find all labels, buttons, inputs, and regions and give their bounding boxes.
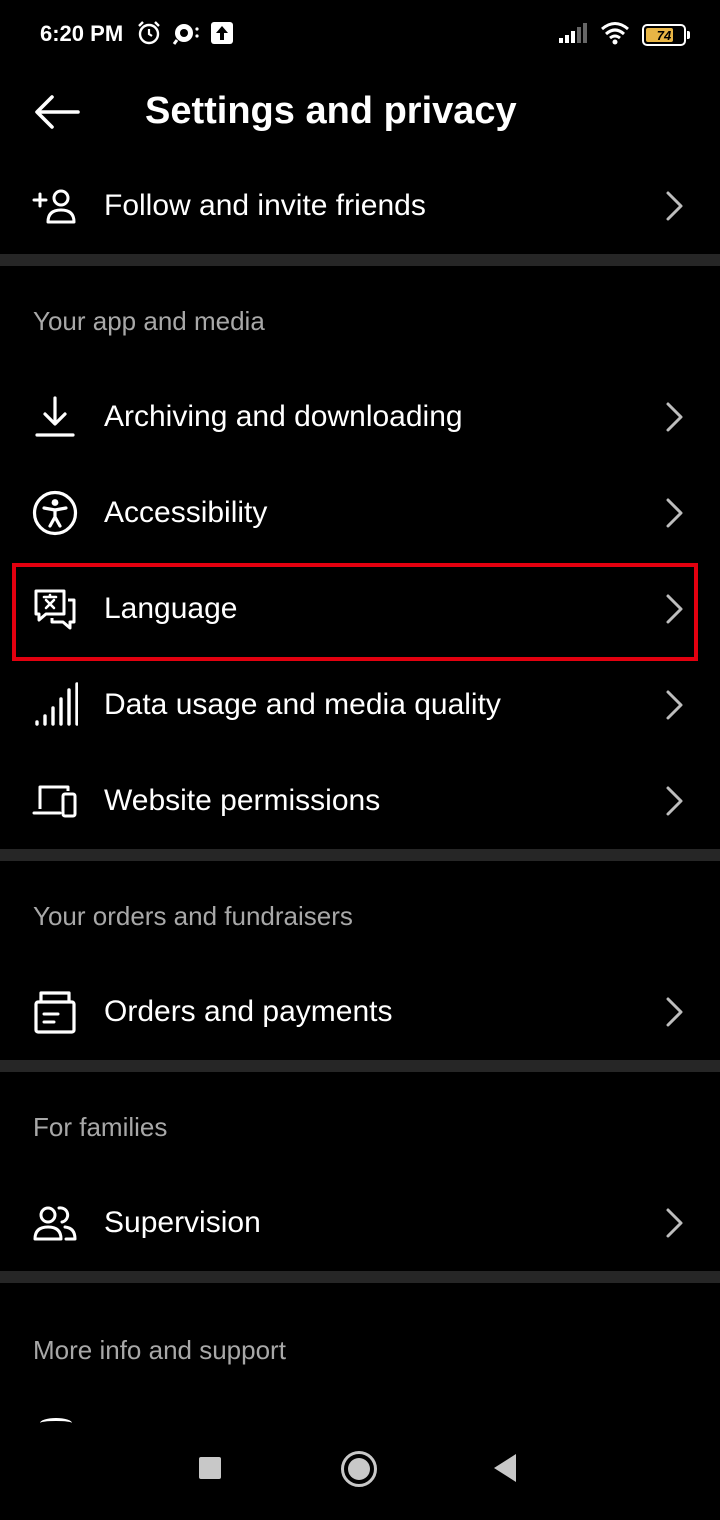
accessibility-icon — [30, 489, 80, 537]
section-divider — [0, 1271, 720, 1283]
download-icon — [30, 393, 80, 441]
orders-payments-item[interactable]: Orders and payments — [0, 964, 720, 1060]
section-your-app-and-media: Your app and media — [33, 306, 265, 336]
back-button[interactable] — [28, 86, 84, 138]
chevron-right-icon — [666, 402, 683, 432]
orders-icon — [30, 988, 80, 1036]
accessibility-label: Accessibility — [104, 496, 268, 529]
archiving-downloading-item[interactable]: Archiving and downloading — [0, 369, 720, 465]
page-title: Settings and privacy — [145, 90, 517, 132]
data-usage-label: Data usage and media quality — [104, 688, 501, 721]
status-time: 6:20 PM — [40, 21, 124, 46]
devices-icon — [30, 777, 80, 825]
chevron-right-icon — [666, 594, 683, 624]
status-bar: 6:20 PM 74 — [0, 0, 720, 70]
section-your-orders-and-fundraisers: Your orders and fundraisers — [33, 901, 353, 931]
battery-level: 74 — [656, 27, 672, 43]
supervision-item[interactable]: Supervision — [0, 1175, 720, 1271]
section-more-info-and-support: More info and support — [33, 1335, 286, 1365]
signal-icon — [558, 22, 588, 49]
follow-invite-friends-item[interactable]: Follow and invite friends — [0, 158, 720, 254]
language-item[interactable]: Language — [0, 561, 720, 657]
chevron-right-icon — [666, 498, 683, 528]
section-divider — [0, 1060, 720, 1072]
system-nav-bar — [0, 1424, 720, 1520]
language-label: Language — [104, 592, 238, 625]
arrow-left-icon — [35, 95, 80, 129]
language-icon — [30, 585, 80, 633]
header: Settings and privacy — [0, 70, 720, 152]
chevron-right-icon — [666, 690, 683, 720]
home-icon[interactable] — [341, 1451, 377, 1487]
accessibility-item[interactable]: Accessibility — [0, 465, 720, 561]
notification-icon — [172, 20, 200, 51]
alarm-icon — [136, 20, 162, 51]
upload-icon — [210, 21, 234, 50]
chevron-right-icon — [666, 997, 683, 1027]
section-for-families: For families — [33, 1112, 168, 1142]
chevron-right-icon — [666, 191, 683, 221]
status-notification-icons — [136, 20, 234, 50]
follow-invite-friends-label: Follow and invite friends — [104, 189, 426, 222]
status-system-icons: 74 — [558, 20, 690, 50]
signal-bars-icon — [30, 681, 80, 729]
nav-back-icon[interactable] — [494, 1454, 516, 1482]
add-person-icon — [30, 182, 80, 230]
data-usage-item[interactable]: Data usage and media quality — [0, 657, 720, 753]
website-permissions-label: Website permissions — [104, 784, 381, 817]
supervision-label: Supervision — [104, 1206, 261, 1239]
battery-icon: 74 — [642, 24, 690, 46]
people-icon — [30, 1199, 80, 1247]
section-divider — [0, 254, 720, 266]
chevron-right-icon — [666, 1208, 683, 1238]
section-divider — [0, 849, 720, 861]
orders-payments-label: Orders and payments — [104, 995, 393, 1028]
archiving-downloading-label: Archiving and downloading — [104, 400, 463, 433]
chevron-right-icon — [666, 786, 683, 816]
wifi-icon — [600, 21, 630, 50]
website-permissions-item[interactable]: Website permissions — [0, 753, 720, 849]
recents-icon[interactable] — [199, 1457, 221, 1479]
